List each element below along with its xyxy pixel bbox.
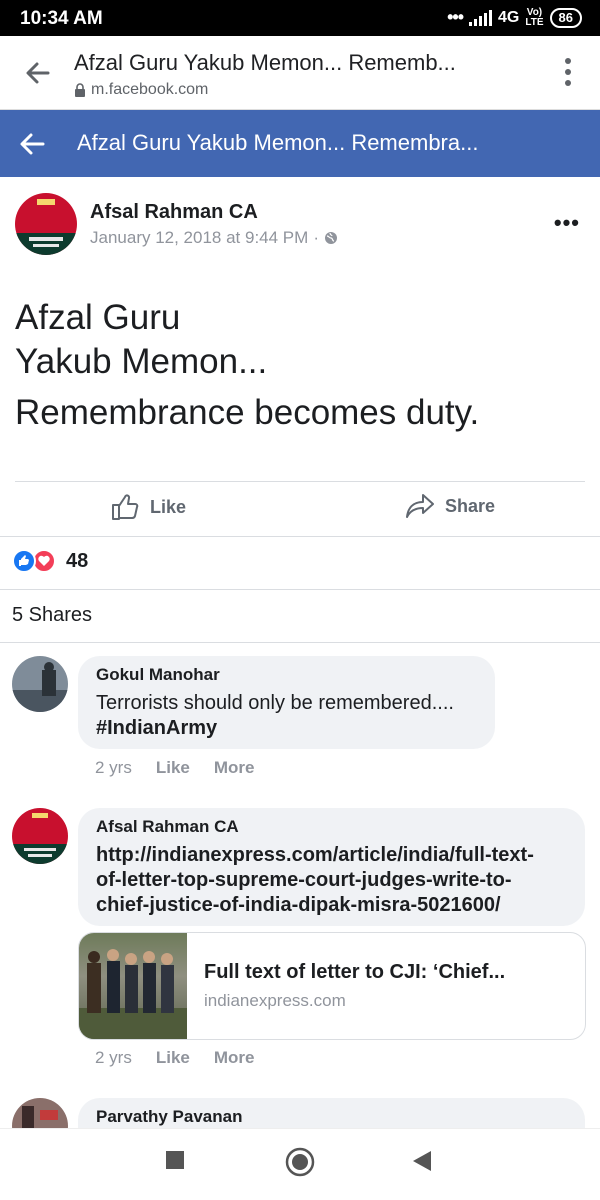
comment-author[interactable]: Gokul Manohar (96, 664, 477, 686)
comment-like-button[interactable]: Like (156, 1048, 190, 1068)
divider (0, 589, 600, 590)
meta-separator: · (313, 228, 319, 247)
recents-square-icon[interactable] (166, 1151, 184, 1169)
volte-icon: Vo) LTE (525, 7, 544, 28)
divider (15, 481, 585, 482)
comment-more-button[interactable]: More (214, 1048, 255, 1068)
hashtag-link[interactable]: #IndianArmy (96, 717, 217, 739)
commenter-avatar[interactable] (12, 808, 68, 864)
comment-like-button[interactable]: Like (156, 758, 190, 778)
share-arrow-icon (406, 494, 434, 518)
battery-level: 86 (558, 9, 573, 25)
author-avatar[interactable] (15, 193, 77, 255)
avatar-image (12, 656, 68, 712)
status-bar: 10:34 AM ••• 4G Vo) LTE 86 (0, 0, 600, 36)
post-author-name[interactable]: Afsal Rahman CA (90, 201, 258, 224)
back-triangle-icon[interactable] (413, 1151, 431, 1171)
comment-time: 2 yrs (95, 1048, 132, 1067)
comment-author[interactable]: Afsal Rahman CA (96, 816, 567, 838)
fb-header: Afzal Guru Yakub Memon... Remembra... (0, 110, 600, 177)
shares-count[interactable]: 5 Shares (12, 604, 92, 627)
comment-actions: 2 yrs Like More (95, 1048, 255, 1068)
system-nav-bar (0, 1128, 600, 1200)
link-preview-card[interactable]: Full text of letter to CJI: ‘Chief... in… (78, 932, 586, 1040)
comment-bubble: Afsal Rahman CA http://indianexpress.com… (78, 808, 585, 926)
lte-label: LTE (525, 16, 544, 28)
link-card-title: Full text of letter to CJI: ‘Chief... (204, 961, 506, 983)
comment-time: 2 yrs (95, 758, 132, 777)
battery-icon: 86 (549, 7, 582, 28)
comment-text: Terrorists should only be remembered....… (96, 691, 477, 741)
notification-dots-icon: ••• (447, 7, 464, 27)
lock-icon (75, 83, 85, 97)
link-thumbnail (79, 933, 187, 1039)
fb-page-title: Afzal Guru Yakub Memon... Remembra... (77, 130, 479, 155)
divider (0, 536, 600, 537)
comment-body: Terrorists should only be remembered.... (96, 692, 454, 714)
link-card-domain: indianexpress.com (204, 991, 346, 1010)
back-arrow-icon[interactable] (22, 58, 52, 88)
comment-more-button[interactable]: More (214, 758, 255, 778)
avatar-image (15, 193, 77, 255)
comment-link[interactable]: http://indianexpress.com/article/india/f… (96, 843, 567, 918)
status-icons: ••• 4G Vo) LTE 86 (447, 7, 582, 28)
home-circle-icon[interactable] (285, 1147, 315, 1177)
comment-actions: 2 yrs Like More (95, 758, 255, 778)
like-reaction-icon (12, 549, 36, 573)
reaction-count: 48 (66, 549, 89, 572)
globe-icon (324, 232, 337, 244)
avatar-image (12, 808, 68, 864)
comment-bubble: Gokul Manohar Terrorists should only be … (78, 656, 495, 749)
post-options-icon[interactable]: ••• (554, 210, 580, 236)
post-text-line: Yakub Memon... (15, 342, 268, 381)
post-text-line: Afzal Guru (15, 298, 181, 337)
overflow-menu-icon[interactable] (564, 56, 572, 88)
commenter-avatar[interactable] (12, 656, 68, 712)
share-label: Share (445, 495, 496, 516)
browser-page-title: Afzal Guru Yakub Memon... Rememb... (74, 50, 456, 75)
post-timestamp[interactable]: January 12, 2018 at 9:44 PM (90, 228, 308, 248)
link-text-line: http://indianexpress.com/article/india/f… (96, 844, 534, 866)
divider (0, 642, 600, 643)
url-text: m.facebook.com (91, 81, 209, 98)
comment-author[interactable]: Parvathy Pavanan (96, 1106, 567, 1128)
link-text-line: of-letter-top-supreme-court-judges-write… (96, 869, 512, 891)
thumbs-up-icon (112, 494, 139, 520)
signal-icon (469, 9, 493, 26)
browser-bar: Afzal Guru Yakub Memon... Rememb... m.fa… (0, 36, 600, 110)
back-arrow-icon[interactable] (18, 130, 46, 158)
like-label: Like (150, 496, 187, 517)
status-time: 10:34 AM (20, 8, 103, 29)
share-button[interactable]: Share (405, 492, 495, 520)
reactions-summary[interactable]: 48 (12, 549, 88, 573)
network-type: 4G (498, 8, 520, 26)
like-button[interactable]: Like (110, 492, 186, 522)
post-text: Afzal Guru Yakub Memon... Remembrance be… (15, 296, 479, 435)
link-text-line: chief-justice-of-india-dipak-misra-50216… (96, 894, 501, 916)
browser-url[interactable]: m.facebook.com (74, 81, 208, 99)
post-text-line: Remembrance becomes duty. (15, 393, 480, 432)
post-meta: January 12, 2018 at 9:44 PM · (90, 228, 338, 248)
